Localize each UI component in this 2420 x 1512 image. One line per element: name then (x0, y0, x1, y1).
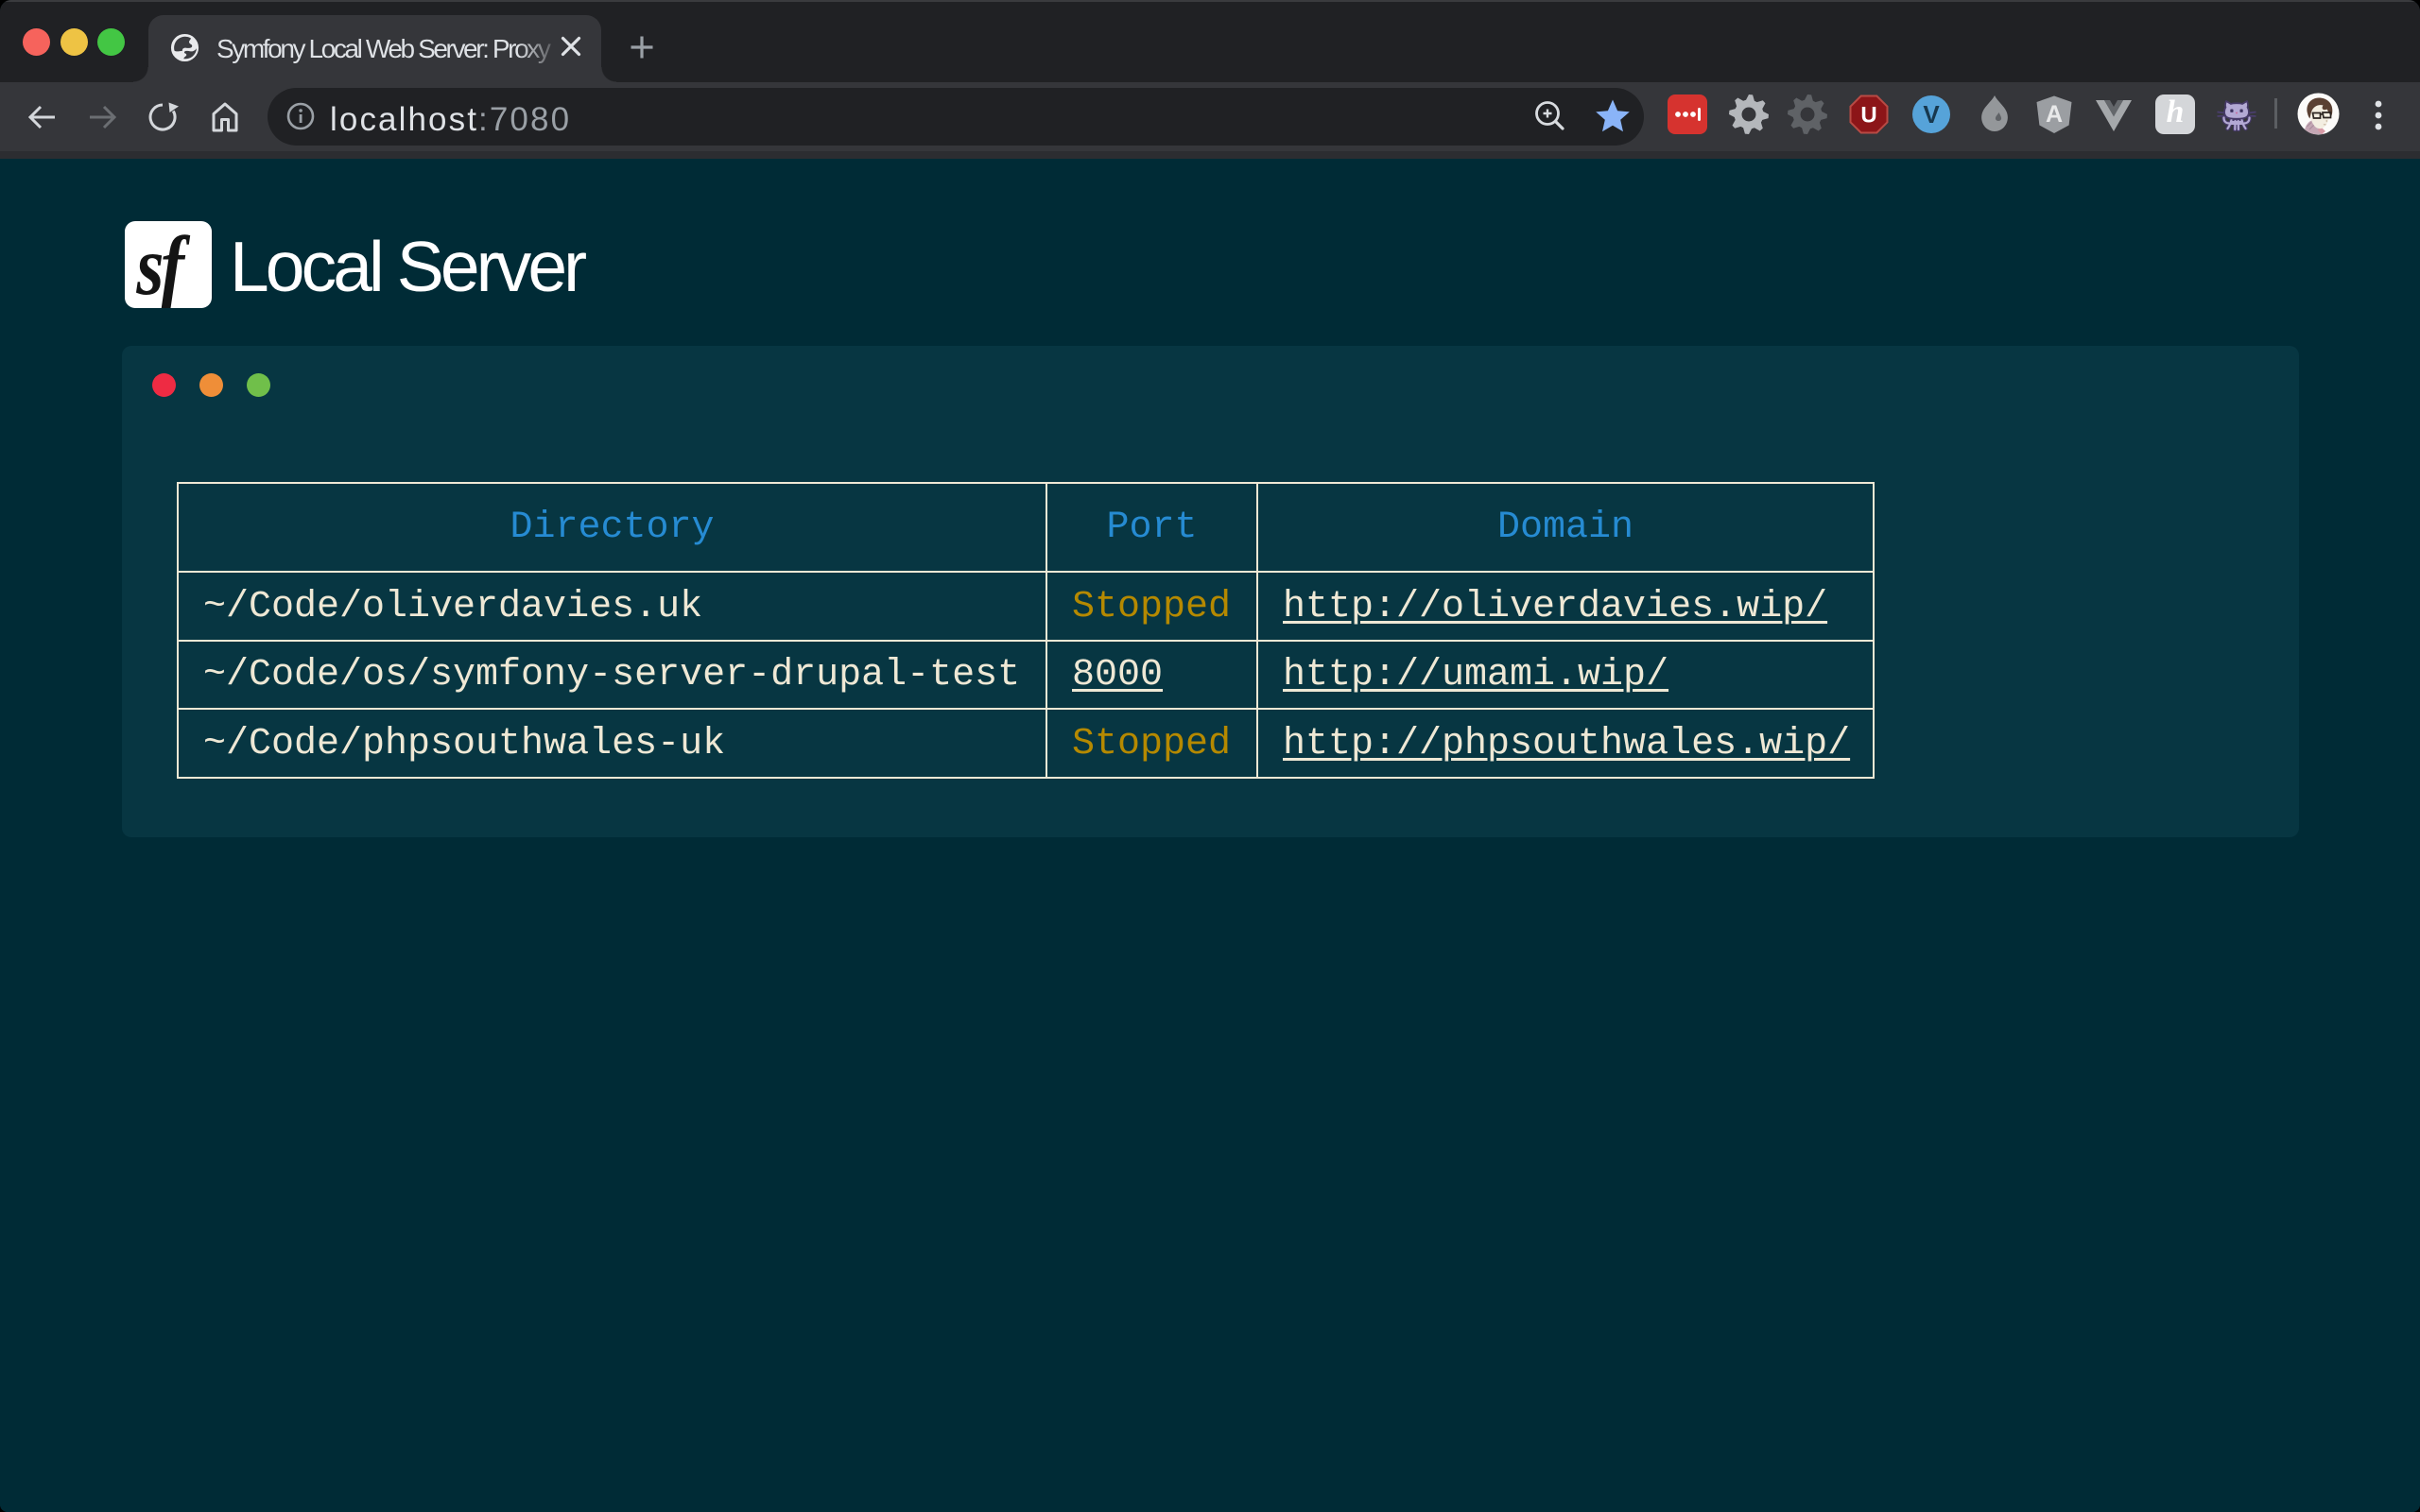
svg-text:U: U (1860, 103, 1876, 129)
svg-text:V: V (1923, 100, 1940, 129)
svg-text:A: A (2046, 101, 2063, 128)
